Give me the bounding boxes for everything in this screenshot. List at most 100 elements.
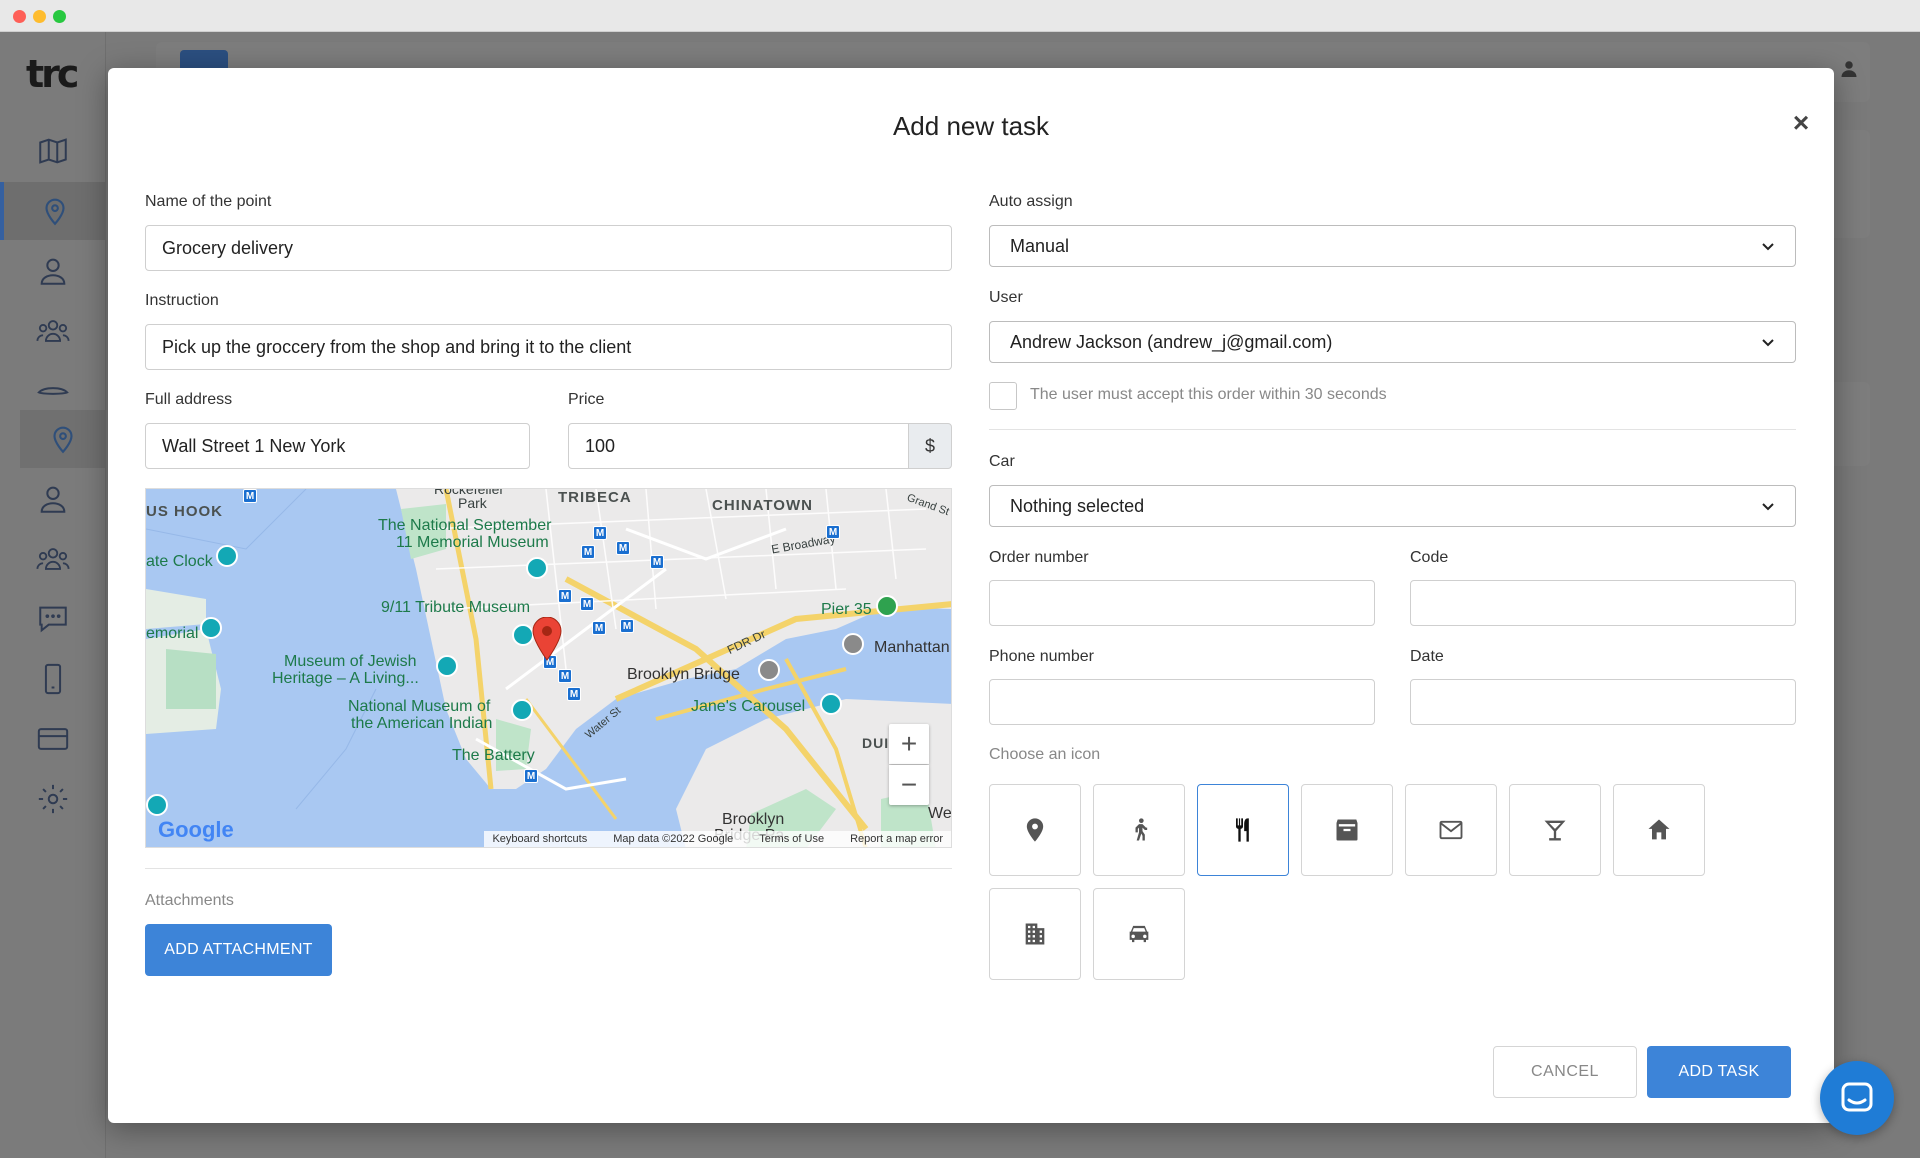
- subway-icon: M: [524, 769, 538, 783]
- map-label-tribute: 9/11 Tribute Museum: [381, 599, 531, 616]
- icon-option-envelope[interactable]: [1405, 784, 1497, 876]
- sidebar-item-user[interactable]: [0, 242, 106, 300]
- chevron-down-icon: [1762, 503, 1774, 511]
- museum-poi-icon: [511, 699, 533, 721]
- instruction-label: Instruction: [145, 292, 219, 309]
- map-label-jewish-2: Heritage – A Living...: [272, 670, 419, 687]
- icon-option-location-pin[interactable]: [989, 784, 1081, 876]
- subway-icon: M: [593, 526, 607, 540]
- user-icon: [40, 258, 66, 285]
- sidebar-item-mobile[interactable]: [0, 650, 106, 708]
- car-value: Nothing selected: [1010, 495, 1145, 516]
- add-attachment-button[interactable]: ADD ATTACHMENT: [145, 924, 332, 976]
- home-icon: [1648, 819, 1670, 840]
- subway-icon: M: [826, 525, 840, 539]
- map-label-chinatown: CHINATOWN: [712, 497, 813, 514]
- zoom-in-button[interactable]: +: [889, 724, 929, 764]
- sidebar-item-team-2[interactable]: [0, 530, 106, 588]
- currency-addon: $: [908, 423, 952, 469]
- sidebar-item-billing[interactable]: [0, 710, 106, 768]
- code-label: Code: [1410, 549, 1449, 566]
- landmark-poi-icon: [842, 633, 864, 655]
- phone-input[interactable]: [989, 679, 1375, 725]
- map-label-battery: The Battery: [452, 747, 535, 764]
- close-window-button[interactable]: [13, 10, 26, 23]
- car-select[interactable]: Nothing selected: [989, 485, 1796, 527]
- accept-order-checkbox[interactable]: [989, 382, 1017, 410]
- zoom-out-button[interactable]: −: [889, 765, 929, 805]
- accept-order-label: The user must accept this order within 3…: [1030, 386, 1387, 403]
- order-number-input[interactable]: [989, 580, 1375, 626]
- cocktail-icon: [1544, 820, 1566, 841]
- memorial-poi-icon: [200, 617, 222, 639]
- date-label: Date: [1410, 648, 1444, 665]
- cancel-button[interactable]: CANCEL: [1493, 1046, 1637, 1098]
- icon-option-car[interactable]: [1093, 888, 1185, 980]
- icon-option-building[interactable]: [989, 888, 1081, 980]
- terms-link[interactable]: Terms of Use: [759, 833, 824, 845]
- report-link[interactable]: Report a map error: [850, 833, 943, 845]
- auto-assign-select[interactable]: Manual: [989, 225, 1796, 267]
- sidebar-item-map[interactable]: [0, 122, 106, 180]
- icon-option-fork-knife[interactable]: [1197, 784, 1289, 876]
- museum-poi-icon: [436, 655, 458, 677]
- map-footer: Keyboard shortcuts Map data ©2022 Google…: [484, 831, 951, 847]
- auto-assign-label: Auto assign: [989, 193, 1073, 210]
- car-icon: [1129, 925, 1149, 943]
- map-label-dui: DUI: [862, 735, 890, 751]
- add-task-modal: Add new task × Name of the point Grocery…: [108, 68, 1834, 1123]
- divider: [989, 429, 1796, 430]
- name-label: Name of the point: [145, 193, 272, 210]
- map[interactable]: US HOOK TRIBECA CHINATOWN Rockefeller Pa…: [145, 488, 952, 848]
- map-label-carousel: Jane's Carousel: [691, 698, 806, 715]
- map-label-nmai-1: National Museum of: [348, 698, 491, 715]
- chat-launcher-button[interactable]: [1820, 1061, 1894, 1135]
- chat-icon: [39, 606, 67, 633]
- map-data-text: Map data ©2022 Google: [613, 833, 734, 845]
- minimize-window-button[interactable]: [33, 10, 46, 23]
- name-input[interactable]: Grocery delivery: [145, 225, 952, 271]
- user-select[interactable]: Andrew Jackson (andrew_j@gmail.com): [989, 321, 1796, 363]
- icon-option-cocktail[interactable]: [1509, 784, 1601, 876]
- map-label-jewish-1: Museum of Jewish: [284, 653, 417, 670]
- close-icon[interactable]: ×: [1788, 109, 1814, 137]
- icon-option-person-walking[interactable]: [1093, 784, 1185, 876]
- divider: [145, 868, 952, 869]
- location-pin-icon: [1026, 818, 1044, 842]
- archive-box-icon: [1336, 819, 1358, 841]
- map-label-nmai-2: the American Indian: [351, 715, 493, 732]
- subway-icon: M: [567, 687, 581, 701]
- sidebar-item-team[interactable]: [0, 302, 106, 360]
- subway-icon: M: [620, 619, 634, 633]
- instruction-input[interactable]: Pick up the groccery from the shop and b…: [145, 324, 952, 370]
- choose-icon-label: Choose an icon: [989, 746, 1101, 763]
- sidebar-item-chat[interactable]: [0, 590, 106, 648]
- auto-assign-value: Manual: [1010, 235, 1070, 256]
- map-marker-icon[interactable]: [532, 617, 562, 661]
- map-label-lushook: US HOOK: [146, 503, 224, 520]
- maximize-window-button[interactable]: [53, 10, 66, 23]
- park-poi-icon: [876, 595, 898, 617]
- building-icon: [1025, 923, 1045, 945]
- sidebar-item-tasks[interactable]: [0, 182, 106, 240]
- date-input[interactable]: [1410, 679, 1796, 725]
- price-label: Price: [568, 391, 605, 408]
- sidebar-item-user-2[interactable]: [0, 470, 106, 528]
- subway-icon: M: [592, 621, 606, 635]
- price-input[interactable]: 100: [568, 423, 910, 469]
- subway-icon: M: [616, 541, 630, 555]
- sidebar-item-settings[interactable]: [0, 770, 106, 828]
- add-task-button[interactable]: ADD TASK: [1647, 1046, 1791, 1098]
- map-label-memorial-2: 11 Memorial Museum: [396, 534, 549, 551]
- address-label: Full address: [145, 391, 233, 408]
- car-side-icon: [37, 387, 69, 395]
- keyboard-shortcuts-link[interactable]: Keyboard shortcuts: [492, 833, 587, 845]
- address-input[interactable]: Wall Street 1 New York: [145, 423, 530, 469]
- icon-option-archive[interactable]: [1301, 784, 1393, 876]
- code-input[interactable]: [1410, 580, 1796, 626]
- modal-title: Add new task: [892, 111, 1050, 141]
- window-titlebar: [0, 0, 1920, 32]
- sidebar-item-locations[interactable]: [20, 410, 106, 468]
- map-label-tribeca: TRIBECA: [558, 489, 632, 506]
- icon-option-home[interactable]: [1613, 784, 1705, 876]
